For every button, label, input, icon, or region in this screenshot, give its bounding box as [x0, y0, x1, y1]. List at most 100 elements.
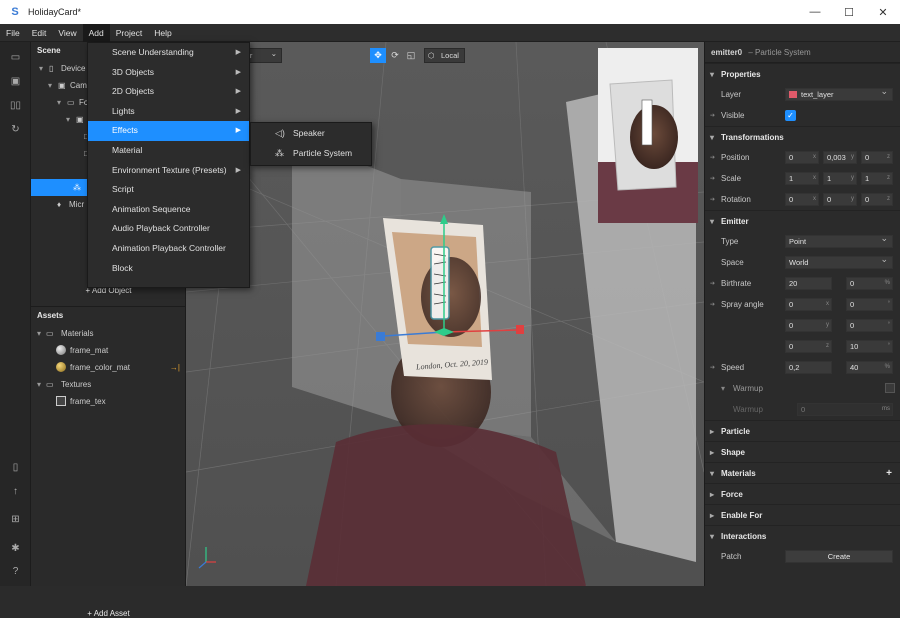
menu-item-block[interactable]: Block	[88, 259, 249, 279]
menu-item-particle-system[interactable]: ⁂ Particle System	[251, 143, 371, 163]
spray-y[interactable]: 0y	[785, 319, 832, 332]
row-space: Space World	[705, 252, 900, 273]
device-preview-icon[interactable]: ▯	[0, 455, 31, 479]
keyframe-icon[interactable]: ➔	[710, 196, 715, 203]
speed-value[interactable]: 0,2	[785, 361, 832, 374]
maximize-icon[interactable]: ☐	[832, 0, 866, 24]
rotate-tool-icon[interactable]: ⟳	[388, 48, 402, 63]
space-dropdown[interactable]: World	[785, 254, 893, 269]
section-particle[interactable]: Particle	[705, 420, 900, 442]
menu-item-animation-playback-controller[interactable]: Animation Playback Controller	[88, 239, 249, 259]
section-interactions[interactable]: Interactions	[705, 525, 900, 547]
gizmo-z-handle[interactable]	[376, 332, 385, 341]
section-enable-for[interactable]: Enable For	[705, 504, 900, 526]
move-tool-icon[interactable]: ✥	[370, 48, 386, 63]
menu-item-speaker[interactable]: ◁) Speaker	[251, 123, 371, 143]
birthrate-value[interactable]: 20	[785, 277, 832, 290]
row-scale: ➔ Scale 1x 1y 1z	[705, 168, 900, 189]
gizmo-x-handle[interactable]	[516, 325, 524, 334]
menu-item-animation-sequence[interactable]: Animation Sequence	[88, 200, 249, 220]
row-visible: ➔ Visible ✓	[705, 105, 900, 126]
minimize-icon[interactable]: —	[798, 0, 832, 24]
section-shape[interactable]: Shape	[705, 441, 900, 463]
phone-icon: ▯	[49, 64, 54, 73]
close-icon[interactable]: ✕	[866, 0, 900, 24]
add-asset-button[interactable]: + Add Asset	[31, 609, 186, 618]
asset-frame-mat[interactable]: frame_mat	[31, 342, 186, 359]
keyframe-icon[interactable]: ➔	[710, 112, 715, 119]
upload-icon[interactable]: ↑	[0, 479, 31, 503]
link-icon: →|	[169, 363, 180, 372]
rotation-z[interactable]: 0z	[861, 193, 893, 206]
section-emitter[interactable]: Emitter	[705, 210, 900, 232]
refresh-icon[interactable]: ↻	[0, 117, 31, 141]
position-y[interactable]: 0,003 y	[823, 151, 857, 164]
export-icon[interactable]: ⊞	[0, 507, 31, 531]
rotation-x[interactable]: 0x	[785, 193, 819, 206]
visible-checkbox[interactable]: ✓	[785, 110, 796, 121]
scale-tool-icon[interactable]: ◱	[404, 48, 418, 63]
menu-item-scene-understanding[interactable]: Scene Understanding ▶	[88, 43, 249, 63]
position-x[interactable]: 0x	[785, 151, 819, 164]
keyframe-icon[interactable]: ➔	[710, 364, 715, 371]
warmup-checkbox[interactable]	[885, 383, 895, 393]
menu-item-3d-objects[interactable]: 3D Objects ▶	[88, 63, 249, 83]
keyframe-icon[interactable]: ➔	[710, 154, 715, 161]
menu-item-2d-objects[interactable]: 2D Objects ▶	[88, 82, 249, 102]
menu-item-effects[interactable]: Effects ▶	[88, 121, 249, 141]
asset-frame-tex[interactable]: frame_tex	[31, 393, 186, 410]
help-icon[interactable]: ?	[0, 559, 31, 583]
rotation-y[interactable]: 0y	[823, 193, 857, 206]
section-materials[interactable]: Materials+	[705, 462, 900, 484]
type-dropdown[interactable]: Point	[785, 233, 893, 248]
window-title: HolidayCard*	[28, 7, 82, 17]
menu-file[interactable]: File	[0, 24, 26, 42]
spray-x[interactable]: 0x	[785, 298, 832, 311]
menu-project[interactable]: Project	[110, 24, 148, 42]
menu-item-audio-playback-controller[interactable]: Audio Playback Controller	[88, 219, 249, 239]
effects-submenu: ◁) Speaker ⁂ Particle System	[250, 122, 372, 166]
spray-y-variation[interactable]: 0 °	[846, 319, 893, 332]
section-force[interactable]: Force	[705, 483, 900, 505]
spray-z-variation[interactable]: 10 °	[846, 340, 893, 353]
keyframe-icon[interactable]: ➔	[710, 175, 715, 182]
menu-item-lights[interactable]: Lights ▶	[88, 102, 249, 122]
menu-view[interactable]: View	[52, 24, 82, 42]
texture-icon	[56, 396, 66, 406]
section-properties[interactable]: Properties	[705, 63, 900, 85]
menu-add[interactable]: Add	[82, 23, 110, 42]
split-view-icon[interactable]: ▯▯	[0, 93, 31, 117]
menu-edit[interactable]: Edit	[26, 24, 53, 42]
scale-y[interactable]: 1y	[823, 172, 857, 185]
birthrate-variation[interactable]: 0%	[846, 277, 893, 290]
bug-icon[interactable]: ✱	[0, 536, 31, 560]
row-layer: Layer text_layer	[705, 84, 900, 105]
create-patch-button[interactable]: Create	[785, 550, 893, 563]
spray-z[interactable]: 0z	[785, 340, 832, 353]
folder-textures[interactable]: ▾ ▭ Textures	[31, 376, 186, 393]
menu-bar: File Edit View Add Project Help	[0, 23, 900, 42]
position-z[interactable]: 0z	[861, 151, 893, 164]
chevron-right-icon: ▶	[235, 49, 241, 56]
chevron-right-icon: ▶	[235, 127, 241, 135]
layout-icon[interactable]: ▭	[0, 45, 31, 69]
scale-x[interactable]: 1x	[785, 172, 819, 185]
material-sphere-icon	[56, 345, 66, 355]
folder-materials[interactable]: ▾ ▭ Materials	[31, 325, 186, 342]
speed-variation[interactable]: 40%	[846, 361, 893, 374]
menu-item-script[interactable]: Script	[88, 180, 249, 200]
section-transformations[interactable]: Transformations	[705, 126, 900, 148]
scale-z[interactable]: 1z	[861, 172, 893, 185]
menu-help[interactable]: Help	[148, 24, 177, 42]
menu-item-material[interactable]: Material	[88, 141, 249, 161]
local-space-toggle[interactable]: ⬡ Local	[424, 48, 465, 63]
add-material-icon[interactable]: +	[886, 463, 892, 484]
menu-item-environment-texture[interactable]: Environment Texture (Presets) ▶	[88, 161, 249, 181]
spray-x-variation[interactable]: 0 °	[846, 298, 893, 311]
keyframe-icon[interactable]: ➔	[710, 280, 715, 287]
keyframe-icon[interactable]: ➔	[710, 301, 715, 308]
camera-icon[interactable]: ▣	[0, 69, 31, 93]
warmup-value[interactable]: 0 ms	[797, 403, 893, 416]
asset-frame-color-mat[interactable]: frame_color_mat →|	[31, 359, 186, 376]
layer-dropdown[interactable]: text_layer	[785, 86, 893, 101]
